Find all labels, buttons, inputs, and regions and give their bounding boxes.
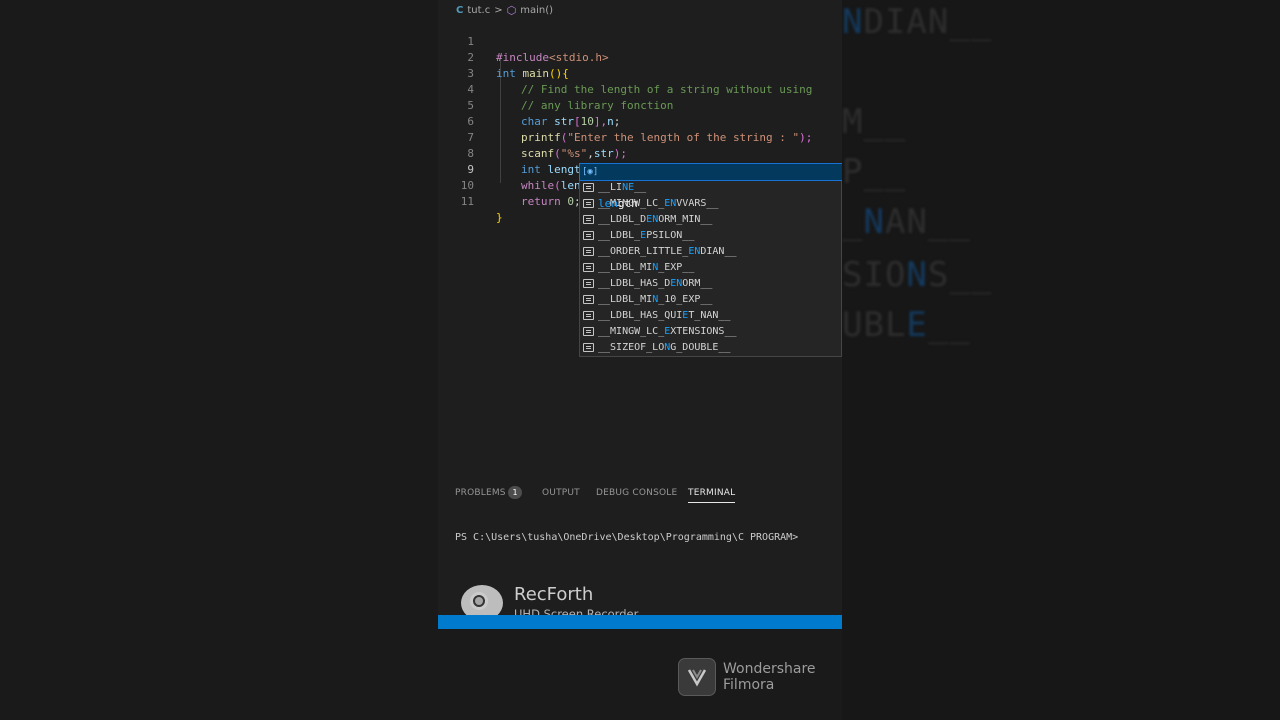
function-cube-icon: ⬡	[506, 3, 517, 17]
suggestion-item[interactable]: __MINGW_LC_ENVVARS__	[580, 196, 842, 212]
constant-icon	[583, 327, 594, 336]
tab-problems[interactable]: PROBLEMS	[455, 488, 506, 498]
code-line-active[interactable]: 9 while(len)	[438, 146, 842, 193]
filmora-logo-icon	[678, 658, 716, 696]
vscode-frame: C tut.c > ⬡ main() 1 #include<stdio.h> 2…	[438, 0, 842, 720]
tab-terminal[interactable]: TERMINAL	[688, 488, 736, 503]
left-blurred-background	[0, 0, 438, 720]
constant-icon	[583, 263, 594, 272]
constant-icon	[583, 231, 594, 240]
tab-output[interactable]: OUTPUT	[542, 488, 580, 498]
ghost-text-row: M__	[842, 102, 907, 142]
filmora-brand-line2: Filmora	[723, 677, 775, 693]
code-line[interactable]: 4 // any library fonction	[438, 66, 842, 112]
suggestion-item-selected[interactable]: [◉] length	[579, 163, 842, 210]
status-bar	[438, 615, 842, 629]
constant-icon	[583, 295, 594, 304]
code-line[interactable]: 8 int length=0;	[438, 130, 842, 176]
suggestion-item[interactable]: __MINGW_LC_EXTENSIONS__	[580, 324, 842, 340]
problems-count-badge: 1	[508, 486, 522, 499]
c-file-icon: C	[456, 4, 464, 16]
constant-icon	[583, 343, 594, 352]
constant-icon	[583, 311, 594, 320]
terminal-prompt[interactable]: PS C:\Users\tusha\OneDrive\Desktop\Progr…	[455, 532, 798, 543]
code-line[interactable]: 6 printf("Enter the length of the string…	[438, 98, 842, 144]
right-blurred-background: NDIAN__ M__ P__ _NAN__ SIONS__ UBLE__	[842, 0, 1280, 720]
breadcrumb-symbol[interactable]: main()	[520, 5, 553, 16]
line-number: 11	[460, 195, 474, 208]
breadcrumb-file[interactable]: tut.c	[467, 5, 490, 16]
ghost-text-row: SIONS__	[842, 255, 993, 295]
breadcrumb-separator: >	[494, 4, 503, 16]
ghost-text-row: _NAN__	[842, 202, 971, 242]
filmora-brand-line1: Wondershare	[723, 661, 816, 677]
recorder-watermark-title: RecForth	[514, 584, 594, 605]
suggestion-item[interactable]: __LDBL_MIN_10_EXP__	[580, 292, 842, 308]
code-line[interactable]: 5 char str[10],n;	[438, 82, 842, 128]
constant-icon	[583, 279, 594, 288]
suggestion-item[interactable]: __LDBL_MIN_EXP__	[580, 260, 842, 276]
constant-icon	[583, 247, 594, 256]
constant-icon	[583, 183, 594, 192]
ghost-text-row: NDIAN__	[842, 2, 993, 42]
ghost-text-row: UBLE__	[842, 305, 971, 345]
variable-icon: [◉]	[582, 167, 599, 177]
suggestion-item[interactable]: __LDBL_HAS_QUIET_NAN__	[580, 308, 842, 324]
constant-icon	[583, 199, 594, 208]
autocomplete-suggest-widget[interactable]: [◉] length __LINE__ __MINGW_LC_ENVVARS__…	[579, 163, 842, 357]
suggestion-item[interactable]: __SIZEOF_LONG_DOUBLE__	[580, 340, 842, 356]
suggestion-item[interactable]: __LDBL_EPSILON__	[580, 228, 842, 244]
suggestion-item[interactable]: __LDBL_DENORM_MIN__	[580, 212, 842, 228]
suggestion-item[interactable]: __LINE__	[580, 180, 842, 196]
code-line[interactable]: 1 #include<stdio.h>	[438, 18, 842, 64]
filmora-watermark-text: Wondershare Filmora	[723, 661, 816, 693]
suggestion-item[interactable]: __ORDER_LITTLE_ENDIAN__	[580, 244, 842, 260]
suggestion-item[interactable]: __LDBL_HAS_DENORM__	[580, 276, 842, 292]
code-line[interactable]: 7 scanf("%s",str);	[438, 114, 842, 160]
tab-debug-console[interactable]: DEBUG CONSOLE	[596, 488, 677, 498]
constant-icon	[583, 215, 594, 224]
code-line[interactable]: 2 int main(){	[438, 34, 842, 80]
panel-tab-bar: PROBLEMS 1 OUTPUT DEBUG CONSOLE TERMINAL	[438, 485, 842, 503]
code-line[interactable]: 3 // Find the length of a string without…	[438, 50, 842, 96]
breadcrumb: C tut.c > ⬡ main()	[438, 0, 842, 20]
ghost-text-row: P__	[842, 152, 907, 192]
